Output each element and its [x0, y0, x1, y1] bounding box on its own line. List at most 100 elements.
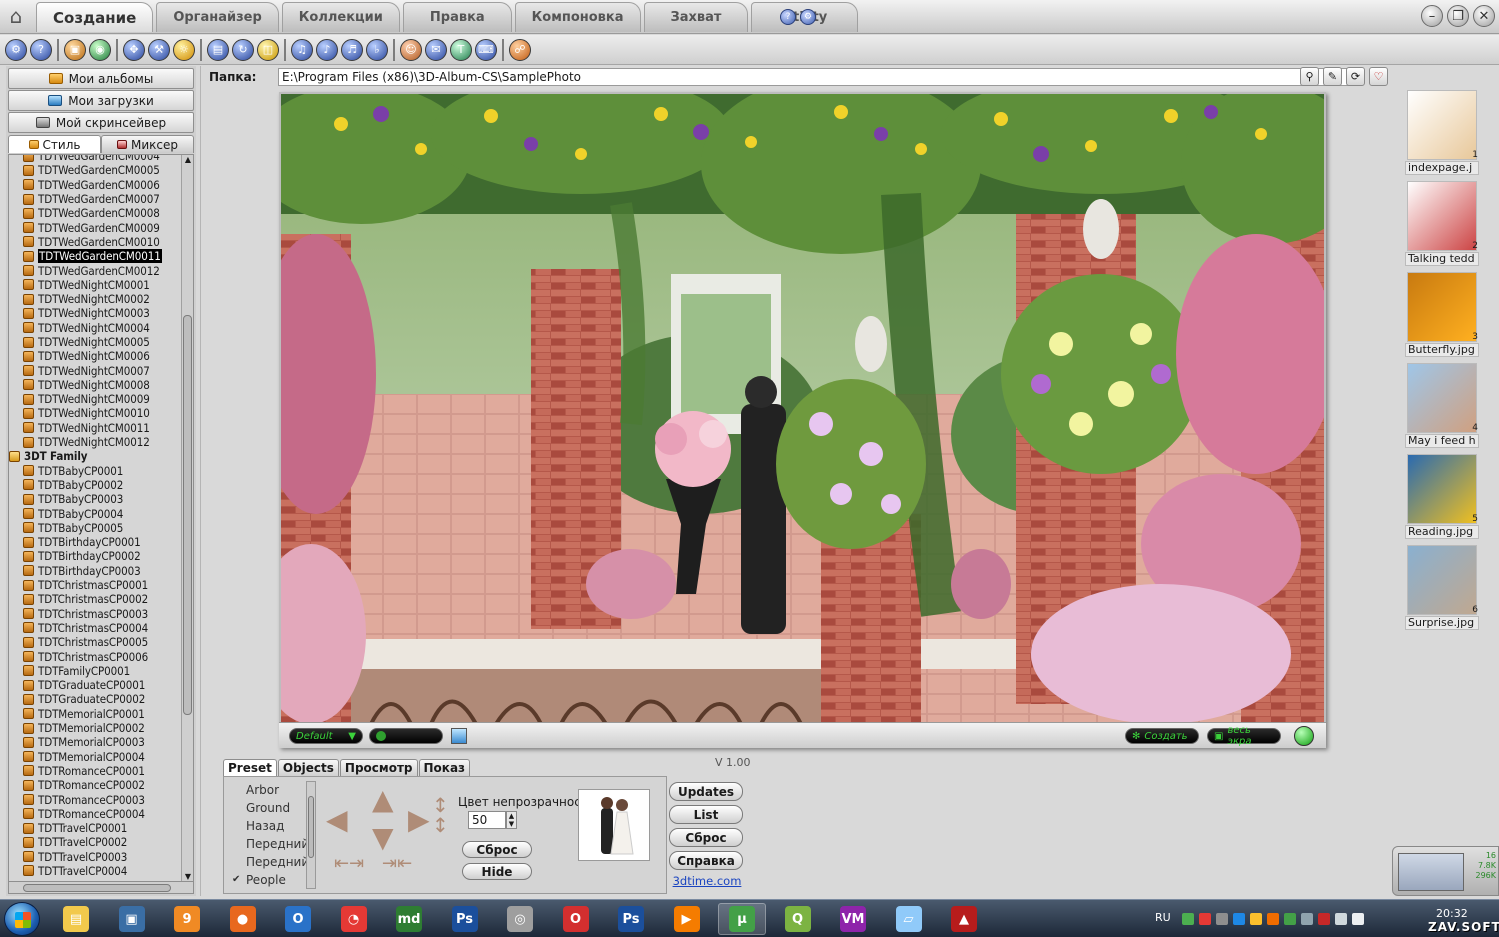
- move-left-icon[interactable]: ◀: [326, 803, 348, 836]
- refresh-icon[interactable]: ↻: [232, 38, 254, 61]
- tree-item[interactable]: TDTWedGardenCM0012: [9, 263, 181, 278]
- taskbar-firefox[interactable]: ●: [219, 903, 267, 935]
- tab-style[interactable]: Стиль: [8, 135, 101, 153]
- taskbar-outlook[interactable]: O: [274, 903, 322, 935]
- tree-item[interactable]: TDTRomanceCP0002: [9, 778, 181, 792]
- opacity-field[interactable]: 50: [468, 811, 506, 829]
- tab-preview[interactable]: Просмотр: [339, 759, 418, 776]
- taskbar-monitor[interactable]: ▣: [108, 903, 156, 935]
- tree-item[interactable]: TDTTravelCP0003: [9, 850, 181, 864]
- edit-pencil-icon[interactable]: ✎: [1323, 67, 1342, 86]
- reset-object-button[interactable]: Сброс: [462, 841, 532, 858]
- volume-icon[interactable]: [1352, 913, 1364, 925]
- music-remove-icon[interactable]: ♭: [366, 38, 388, 61]
- tab-organizer[interactable]: Органайзер: [156, 2, 279, 32]
- tree-item[interactable]: TDTWedNightCM0003: [9, 306, 181, 320]
- preset-item[interactable]: ✔ People: [226, 871, 312, 889]
- hide-object-button[interactable]: Hide: [462, 863, 532, 880]
- tree-item[interactable]: TDTWedNightCM0011: [9, 421, 181, 435]
- folder-open-icon[interactable]: ◫: [257, 38, 279, 61]
- network-icon[interactable]: [1335, 913, 1347, 925]
- help-icon[interactable]: ?: [780, 9, 796, 25]
- play-status-indicator[interactable]: [1294, 726, 1314, 746]
- close-button[interactable]: ✕: [1473, 5, 1495, 27]
- tree-item[interactable]: TDTGraduateCP0001: [9, 678, 181, 692]
- start-button[interactable]: [4, 902, 40, 936]
- help-button[interactable]: Справка: [669, 851, 743, 870]
- tree-item[interactable]: TDTFamilyCP0001: [9, 664, 181, 678]
- move-icon[interactable]: ✥: [123, 38, 145, 61]
- tree-item[interactable]: TDTChristmasCP0004: [9, 621, 181, 635]
- minimize-button[interactable]: –: [1421, 5, 1443, 27]
- tree-item[interactable]: TDTRomanceCP0001: [9, 764, 181, 778]
- tab-layout[interactable]: Компоновка: [514, 2, 641, 32]
- music-settings-icon[interactable]: ♬: [341, 38, 363, 61]
- preset-item[interactable]: Назад: [226, 817, 312, 835]
- preset-item[interactable]: Ground: [226, 799, 312, 817]
- create-button[interactable]: ✻ Создать: [1125, 728, 1199, 744]
- tree-item[interactable]: TDTWedNightCM0012: [9, 435, 181, 449]
- object-position-pad[interactable]: ▲ ◀ ▶ ▼ ⇤⇥ ⇥⇤ ↕ ↕: [320, 781, 460, 891]
- tree-item[interactable]: TDTWedNightCM0004: [9, 321, 181, 335]
- tray-app-icon[interactable]: [1250, 913, 1262, 925]
- album-icon[interactable]: ▣: [64, 38, 86, 61]
- my-downloads-button[interactable]: Мои загрузки: [8, 90, 194, 111]
- chat-icon[interactable]: ✉: [425, 38, 447, 61]
- tree-item[interactable]: TDTChristmasCP0005: [9, 635, 181, 649]
- album-preview[interactable]: [279, 92, 1326, 748]
- tray-app-icon[interactable]: [1216, 913, 1228, 925]
- tray-app-icon[interactable]: [1199, 913, 1211, 925]
- mini-monitor-widget[interactable]: 16 7.8K 296K: [1392, 846, 1499, 896]
- tray-app-icon[interactable]: [1233, 913, 1245, 925]
- music-add-icon[interactable]: ♪: [316, 38, 338, 61]
- tree-item[interactable]: TDTRomanceCP0003: [9, 792, 181, 807]
- folder-path-field[interactable]: E:\Program Files (x86)\3D-Album-CS\Sampl…: [278, 68, 1351, 86]
- tree-item[interactable]: TDTBabyCP0003: [9, 492, 181, 506]
- tree-item[interactable]: TDTWedGardenCM0011: [9, 249, 181, 264]
- tree-item[interactable]: TDTWedNightCM0008: [9, 378, 181, 392]
- tree-item[interactable]: TDTMemorialCP0001: [9, 707, 181, 721]
- taskbar-media[interactable]: ▶: [663, 903, 711, 935]
- scroll-up-icon[interactable]: ▲: [183, 155, 193, 165]
- settings-gear-icon[interactable]: ⚙: [5, 38, 27, 61]
- tray-app-icon[interactable]: [1182, 913, 1194, 925]
- tree-item[interactable]: TDTBirthdayCP0002: [9, 549, 181, 563]
- taskbar-opera[interactable]: O: [552, 903, 600, 935]
- tree-item[interactable]: TDTMemorialCP0003: [9, 735, 181, 749]
- tree-item[interactable]: TDTWedGardenCM0009: [9, 220, 181, 235]
- tab-capture[interactable]: Захват: [643, 2, 749, 32]
- taskbar-colors[interactable]: ◔: [330, 903, 378, 935]
- tree-item[interactable]: TDTChristmasCP0002: [9, 592, 181, 606]
- tree-item[interactable]: TDTBirthdayCP0003: [9, 564, 181, 578]
- tree-item[interactable]: TDTWedNightCM0005: [9, 335, 181, 349]
- text-icon[interactable]: T: [450, 38, 472, 61]
- list-button[interactable]: List: [669, 805, 743, 824]
- language-indicator[interactable]: RU: [1155, 911, 1171, 924]
- slider-knob[interactable]: [376, 731, 386, 741]
- preset-item[interactable]: Arbor: [226, 781, 312, 799]
- reset-button[interactable]: Сброс: [669, 828, 743, 847]
- taskbar-tablet[interactable]: ▱: [885, 903, 933, 935]
- tree-item[interactable]: TDTBabyCP0004: [9, 506, 181, 521]
- person-icon[interactable]: ☺: [400, 38, 422, 61]
- tree-group[interactable]: 3DT Family: [9, 449, 181, 463]
- expand-icon[interactable]: ⇥⇤: [382, 853, 412, 874]
- tools-icon[interactable]: ⚒: [148, 38, 170, 61]
- preset-item[interactable]: Передний: [226, 853, 312, 871]
- shrink-icon[interactable]: ⇤⇥: [334, 853, 364, 874]
- tree-horizontal-scrollbar[interactable]: [8, 881, 194, 894]
- speed-slider[interactable]: [369, 728, 443, 744]
- tree-item[interactable]: TDTWedNightCM0010: [9, 406, 181, 420]
- photo-thumbnail[interactable]: 5 Reading.jpg: [1405, 452, 1479, 540]
- restore-button[interactable]: ❐: [1447, 5, 1469, 27]
- clock[interactable]: 20:32: [1436, 907, 1468, 920]
- hscroll-thumb[interactable]: [23, 884, 171, 892]
- search-icon[interactable]: ⚲: [1300, 67, 1319, 86]
- my-albums-button[interactable]: Мои альбомы: [8, 68, 194, 89]
- tab-preset[interactable]: Preset: [223, 759, 277, 776]
- web-export-icon[interactable]: ☍: [509, 38, 531, 61]
- taskbar-balloon[interactable]: ▲: [940, 903, 988, 935]
- photo-thumbnail[interactable]: 2 Talking tedd: [1405, 179, 1479, 267]
- taskbar-quicktime[interactable]: Q: [774, 903, 822, 935]
- taskbar-dvd[interactable]: ◎: [496, 903, 544, 935]
